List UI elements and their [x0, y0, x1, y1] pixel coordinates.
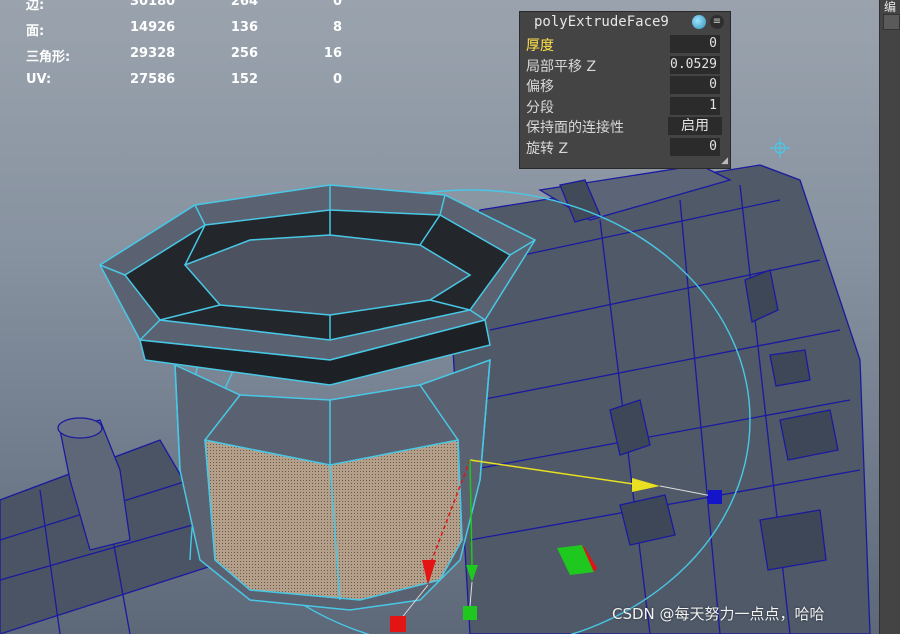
in-view-editor: polyExtrudeFace9 ≡ 厚度 0 局部平移 Z 0.0529 偏移…	[519, 11, 731, 169]
hud-value: 264	[230, 0, 258, 9]
attr-enum-field[interactable]: 启用	[668, 117, 722, 136]
light-icon	[770, 138, 790, 158]
hud-value: 136	[230, 20, 258, 35]
hud-value: 8	[332, 20, 342, 35]
hud-label: 三角形:	[26, 50, 71, 65]
hud-label: 面:	[26, 24, 45, 39]
hud-value: 27586	[130, 72, 176, 87]
in-view-editor-header: polyExtrudeFace9 ≡	[520, 12, 730, 34]
attr-label[interactable]: 分段	[526, 97, 554, 117]
attr-row-rotate-z[interactable]: 旋转 Z 0	[520, 137, 730, 158]
viewport-3d[interactable]: 边: 30180 264 0 面: 14926 136 8 三角形: 29328…	[0, 0, 900, 634]
hud-value: 152	[230, 72, 258, 87]
resize-handle-icon[interactable]: ◢	[721, 156, 728, 166]
hud-value: 29328	[130, 46, 176, 61]
attr-row-thickness[interactable]: 厚度 0	[520, 34, 730, 55]
hud-value: 30180	[130, 0, 176, 9]
panel-toggle-button[interactable]	[883, 14, 900, 30]
watermark: CSDN @每天努力一点点，哈哈	[612, 605, 825, 623]
attr-row-local-translate-z[interactable]: 局部平移 Z 0.0529	[520, 55, 730, 76]
attr-label[interactable]: 保持面的连接性	[526, 117, 624, 137]
attr-value-field[interactable]: 1	[670, 96, 720, 115]
attr-value-field[interactable]: 0	[670, 76, 720, 95]
hud-value: 0	[332, 72, 342, 87]
attr-label[interactable]: 局部平移 Z	[526, 56, 596, 76]
hud-value: 16	[323, 46, 342, 61]
hud-value: 256	[230, 46, 258, 61]
attr-value-field[interactable]: 0.0529	[670, 55, 720, 74]
hud-value: 14926	[130, 20, 176, 35]
side-panel: 编	[879, 0, 900, 634]
hud-label: 边:	[26, 0, 45, 13]
attr-value-field[interactable]: 0	[670, 35, 720, 53]
scene-mesh	[0, 138, 871, 634]
hud-label: UV:	[26, 72, 52, 87]
node-name-label[interactable]: polyExtrudeFace9	[534, 14, 669, 30]
menu-icon[interactable]: ≡	[710, 15, 724, 29]
attr-label[interactable]: 偏移	[526, 76, 554, 96]
attr-label[interactable]: 旋转 Z	[526, 138, 568, 158]
attr-row-divisions[interactable]: 分段 1	[520, 96, 730, 117]
attr-row-keep-faces-together[interactable]: 保持面的连接性 启用	[520, 116, 730, 137]
attr-row-offset[interactable]: 偏移 0	[520, 75, 730, 96]
attr-value-field[interactable]: 0	[670, 137, 720, 156]
hud-value: 0	[332, 0, 342, 9]
side-panel-label: 编	[884, 0, 897, 14]
attr-label[interactable]: 厚度	[526, 35, 554, 55]
globe-icon[interactable]	[692, 15, 706, 29]
